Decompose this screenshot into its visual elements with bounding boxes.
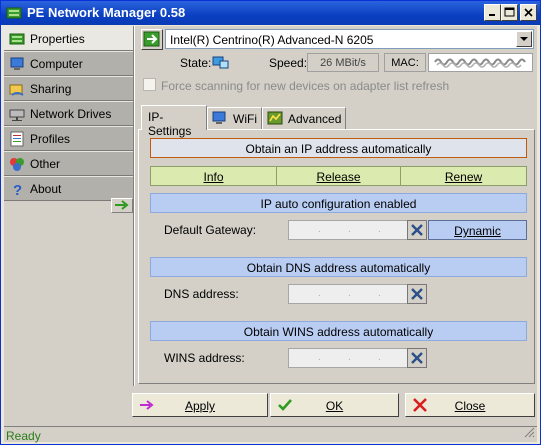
info-button[interactable]: Info xyxy=(150,166,277,186)
other-icon xyxy=(9,156,25,172)
network-drives-icon xyxy=(9,106,25,122)
profiles-icon xyxy=(9,131,25,147)
apply-button[interactable]: Apply xyxy=(132,393,268,417)
maximize-button[interactable] xyxy=(501,4,518,21)
advanced-icon xyxy=(267,111,283,129)
wins-address-input: ... xyxy=(288,348,408,368)
sidebar-item-label: About xyxy=(30,182,62,196)
resize-grip-icon[interactable] xyxy=(523,426,535,441)
default-gateway-input: ... xyxy=(288,220,408,240)
arrow-right-icon xyxy=(115,200,129,210)
sidebar-item-label: Profiles xyxy=(30,132,71,146)
status-bar: Ready xyxy=(4,426,537,443)
refresh-adapters-button[interactable] xyxy=(141,29,163,50)
tab-advanced[interactable]: Advanced xyxy=(262,107,346,129)
wins-address-label: WINS address: xyxy=(164,351,245,365)
obtain-wins-toggle[interactable]: Obtain WINS address automatically xyxy=(150,321,527,341)
sidebar-item-label: Other xyxy=(30,157,61,171)
window-title: PE Network Manager 0.58 xyxy=(27,5,186,20)
state-label: State: xyxy=(180,56,212,70)
sidebar-item-label: Network Drives xyxy=(30,107,112,121)
sidebar-item-label: Sharing xyxy=(30,82,72,96)
force-scan-label: Force scanning for new devices on adapte… xyxy=(161,79,450,93)
sidebar-item-properties[interactable]: Properties xyxy=(4,26,134,51)
close-icon xyxy=(411,352,423,364)
release-button-label: Release xyxy=(316,170,361,184)
clear-dns-button[interactable] xyxy=(407,284,427,304)
sidebar-item-network-drives[interactable]: Network Drives xyxy=(4,101,134,126)
sidebar-item-other[interactable]: Other xyxy=(4,151,134,176)
tab-label: Advanced xyxy=(288,112,342,126)
sidebar: Properties Computer Sharing Network Driv… xyxy=(4,26,134,213)
sharing-icon xyxy=(9,81,25,97)
speed-value: 26 MBit/s xyxy=(307,53,379,72)
sidebar-item-label: Computer xyxy=(30,57,83,71)
default-gateway-label: Default Gateway: xyxy=(164,223,257,237)
svg-text:?: ? xyxy=(13,182,22,197)
sidebar-divider xyxy=(133,26,135,386)
release-button[interactable]: Release xyxy=(276,166,401,186)
ip-settings-panel: Obtain an IP address automatically Info … xyxy=(138,129,535,384)
refresh-icon xyxy=(143,31,160,47)
close-window-button[interactable] xyxy=(520,4,537,21)
obtain-dns-toggle[interactable]: Obtain DNS address automatically xyxy=(150,257,527,277)
collapse-sidebar-button[interactable] xyxy=(111,198,133,213)
info-button-label: Info xyxy=(203,170,224,184)
obtain-ip-toggle[interactable]: Obtain an IP address automatically xyxy=(150,138,527,158)
status-text: Ready xyxy=(6,429,41,443)
ok-button-label: OK xyxy=(325,399,344,413)
client-area: Properties Computer Sharing Network Driv… xyxy=(4,26,537,443)
tab-ip-settings[interactable]: IP-Settings xyxy=(141,105,207,138)
tab-label: WiFi xyxy=(233,112,257,126)
sidebar-item-profiles[interactable]: Profiles xyxy=(4,126,134,151)
dns-address-input: ... xyxy=(288,284,408,304)
sidebar-item-computer[interactable]: Computer xyxy=(4,51,134,76)
chevron-down-icon[interactable] xyxy=(516,31,532,47)
title-bar[interactable]: PE Network Manager 0.58 xyxy=(1,1,540,25)
close-button-label: Close xyxy=(454,399,486,413)
clear-wins-button[interactable] xyxy=(407,348,427,368)
properties-icon xyxy=(9,31,25,47)
renew-button[interactable]: Renew xyxy=(400,166,527,186)
connected-state-icon xyxy=(212,55,230,74)
minimize-button[interactable] xyxy=(484,4,501,21)
adapter-select[interactable]: Intel(R) Centrino(R) Advanced-N 6205 xyxy=(165,29,534,49)
dns-address-label: DNS address: xyxy=(164,287,239,301)
apply-button-label: Apply xyxy=(184,399,216,413)
ok-button[interactable]: OK xyxy=(270,393,399,417)
network-app-icon xyxy=(6,5,22,21)
speed-label: Speed: xyxy=(269,56,308,70)
computer-icon xyxy=(9,56,25,72)
sidebar-item-label: Properties xyxy=(30,32,85,46)
adapter-select-value: Intel(R) Centrino(R) Advanced-N 6205 xyxy=(170,33,374,47)
close-icon xyxy=(411,288,423,300)
dynamic-button-label: Dynamic xyxy=(454,224,501,238)
tab-label: IP-Settings xyxy=(148,110,192,138)
close-button[interactable]: Close xyxy=(405,393,535,417)
app-window: PE Network Manager 0.58 Properties Compu… xyxy=(0,0,541,445)
mac-value-obscured xyxy=(428,53,533,72)
close-icon xyxy=(411,224,423,236)
mac-label: MAC: xyxy=(384,53,426,72)
wifi-icon xyxy=(212,111,228,129)
about-icon: ? xyxy=(9,181,25,199)
ip-auto-config-toggle[interactable]: IP auto configuration enabled xyxy=(150,193,527,213)
sidebar-item-sharing[interactable]: Sharing xyxy=(4,76,134,101)
force-scan-checkbox[interactable] xyxy=(143,78,156,91)
clear-gateway-button[interactable] xyxy=(407,220,427,240)
tab-wifi[interactable]: WiFi xyxy=(207,107,262,129)
dynamic-button[interactable]: Dynamic xyxy=(428,220,527,240)
renew-button-label: Renew xyxy=(444,170,483,184)
